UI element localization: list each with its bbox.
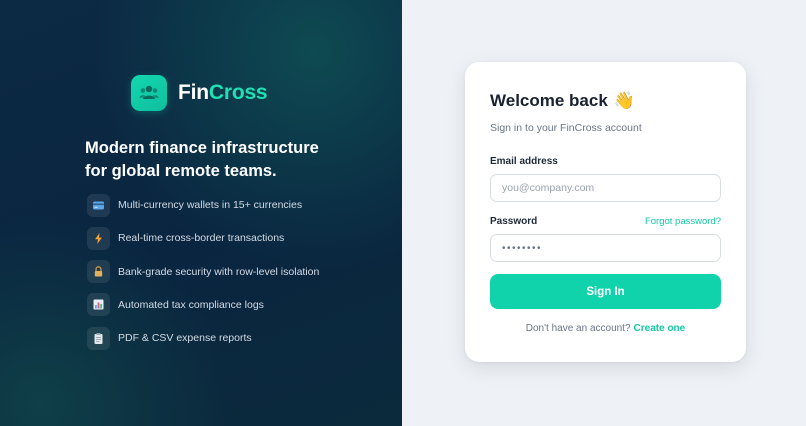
feature-item: PDF & CSV expense reports [87,326,319,350]
sign-in-button[interactable]: Sign In [490,274,721,309]
password-field[interactable] [490,234,721,262]
email-label: Email address [490,156,558,167]
lightning-icon [87,226,110,250]
login-title-text: Welcome back [490,91,608,110]
brand: FinCross [131,75,268,111]
feature-item: Real-time cross-border transactions [87,226,319,250]
hero-tagline: Modern finance infrastructure for global… [85,139,319,180]
feature-item: Bank-grade security with row-level isola… [87,260,319,284]
feature-list: Multi-currency wallets in 15+ currencies… [87,193,319,359]
feature-label: Bank-grade security with row-level isola… [118,265,320,278]
brand-name-cross: Cross [208,81,268,104]
email-field[interactable] [490,174,721,202]
create-account-link[interactable]: Create one [634,323,686,334]
feature-label: Real-time cross-border transactions [118,232,285,245]
people-icon [131,75,167,111]
login-title: Welcome back 👋 [490,91,635,111]
feature-item: Multi-currency wallets in 15+ currencies [87,193,319,217]
feature-label: Automated tax compliance logs [118,298,264,311]
login-card: Welcome back 👋 Sign in to your FinCross … [465,62,746,362]
forgot-password-link[interactable]: Forgot password? [645,216,721,227]
feature-label: Multi-currency wallets in 15+ currencies [118,199,303,211]
brand-name-fin: Fin [178,81,209,104]
brand-name: FinCross [178,81,268,105]
signup-prompt: Don't have an account? Create one [465,323,746,334]
login-subtitle: Sign in to your FinCross account [490,122,642,134]
waving-hand-icon: 👋 [613,91,635,110]
lock-icon [87,260,110,284]
hero-panel: FinCross Modern finance infrastructure f… [0,0,402,426]
bar-chart-icon [87,293,110,317]
signup-prompt-text: Don't have an account? [525,323,631,334]
clipboard-icon [87,326,110,350]
feature-item: Automated tax compliance logs [87,293,319,317]
password-label: Password [490,216,538,227]
credit-card-icon [87,193,110,217]
feature-label: PDF & CSV expense reports [118,332,252,345]
